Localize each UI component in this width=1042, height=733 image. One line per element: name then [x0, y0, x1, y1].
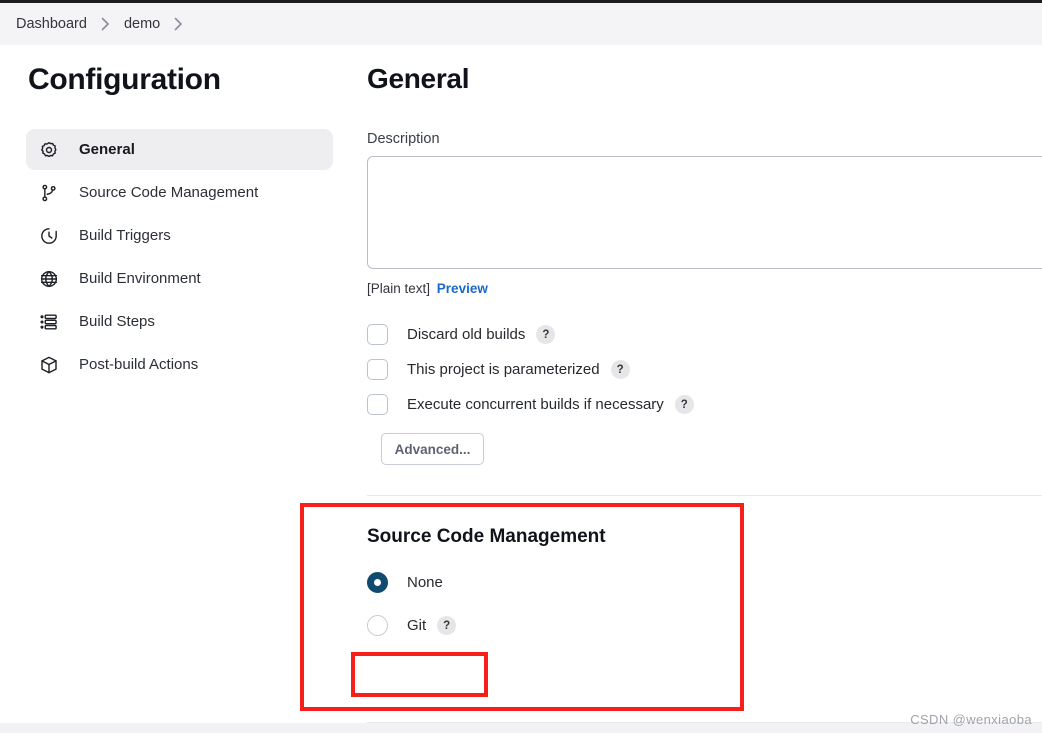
help-icon[interactable]: ? — [437, 616, 457, 635]
breadcrumb-separator-icon — [93, 17, 118, 31]
markup-type-label: [Plain text] — [367, 281, 431, 296]
checkbox-label: Discard old builds — [407, 326, 526, 343]
list-icon — [38, 311, 60, 333]
checkbox-label: This project is parameterized — [407, 361, 600, 378]
sidebar-item-build-environment[interactable]: Build Environment — [26, 258, 333, 299]
checkbox-discard-old-builds[interactable] — [367, 324, 388, 345]
breadcrumb-item-dashboard[interactable]: Dashboard — [10, 16, 93, 32]
help-icon[interactable]: ? — [536, 325, 556, 344]
option-execute-concurrent-builds[interactable]: Execute concurrent builds if necessary ? — [367, 394, 1042, 415]
sidebar-item-general[interactable]: General — [26, 129, 333, 170]
breadcrumb-item-demo[interactable]: demo — [118, 16, 166, 32]
sidebar-title: Configuration — [28, 63, 221, 96]
description-label: Description — [367, 131, 440, 147]
scm-option-git[interactable]: Git ? — [367, 615, 1042, 636]
clock-icon — [38, 225, 60, 247]
watermark: CSDN @wenxiaoba — [910, 712, 1032, 727]
configuration-sidebar: Configuration General Source Code Manage… — [0, 45, 355, 733]
option-discard-old-builds[interactable]: Discard old builds ? — [367, 324, 1042, 345]
sidebar-item-label: Source Code Management — [79, 184, 259, 201]
radio-none[interactable] — [367, 572, 388, 593]
main-content: General Description [Plain text] Preview… — [355, 45, 1042, 733]
gear-icon — [38, 139, 60, 161]
sidebar-item-post-build-actions[interactable]: Post-build Actions — [26, 344, 333, 385]
radio-label: Git — [407, 617, 427, 634]
sidebar-item-build-triggers[interactable]: Build Triggers — [26, 215, 333, 256]
bottom-band — [0, 723, 1042, 733]
sidebar-item-build-steps[interactable]: Build Steps — [26, 301, 333, 342]
scm-radio-group: None Git ? — [367, 572, 1042, 636]
description-markup-row: [Plain text] Preview — [367, 281, 1042, 296]
advanced-button[interactable]: Advanced... — [381, 433, 484, 465]
description-input[interactable] — [367, 156, 1042, 269]
package-icon — [38, 354, 60, 376]
sidebar-item-label: Build Environment — [79, 270, 201, 287]
breadcrumb: Dashboard demo — [0, 3, 1042, 45]
sidebar-item-label: Build Triggers — [79, 227, 171, 244]
option-project-is-parameterized[interactable]: This project is parameterized ? — [367, 359, 1042, 380]
sidebar-nav-list: General Source Code Management Build Tri… — [26, 129, 333, 385]
preview-link[interactable]: Preview — [437, 281, 488, 296]
sidebar-item-label: Build Steps — [79, 313, 155, 330]
radio-git[interactable] — [367, 615, 388, 636]
globe-icon — [38, 268, 60, 290]
page-title: General — [367, 63, 470, 94]
help-icon[interactable]: ? — [674, 395, 694, 414]
scm-section-title: Source Code Management — [367, 526, 606, 547]
checkbox-execute-concurrent-builds[interactable] — [367, 394, 388, 415]
help-icon[interactable]: ? — [610, 360, 630, 379]
sidebar-item-source-code-management[interactable]: Source Code Management — [26, 172, 333, 213]
sidebar-item-label: Post-build Actions — [79, 356, 199, 373]
section-divider — [367, 495, 1042, 496]
scm-option-none[interactable]: None — [367, 572, 1042, 593]
page-root: Dashboard demo Configuration General Sou… — [0, 0, 1042, 733]
sidebar-item-label: General — [79, 141, 135, 158]
breadcrumb-separator-icon-2 — [166, 17, 191, 31]
checkbox-project-is-parameterized[interactable] — [367, 359, 388, 380]
general-options-list: Discard old builds ? This project is par… — [367, 324, 1042, 415]
radio-label: None — [407, 574, 443, 591]
git-branch-icon — [38, 182, 60, 204]
page-body: Configuration General Source Code Manage… — [0, 45, 1042, 733]
checkbox-label: Execute concurrent builds if necessary — [407, 396, 664, 413]
